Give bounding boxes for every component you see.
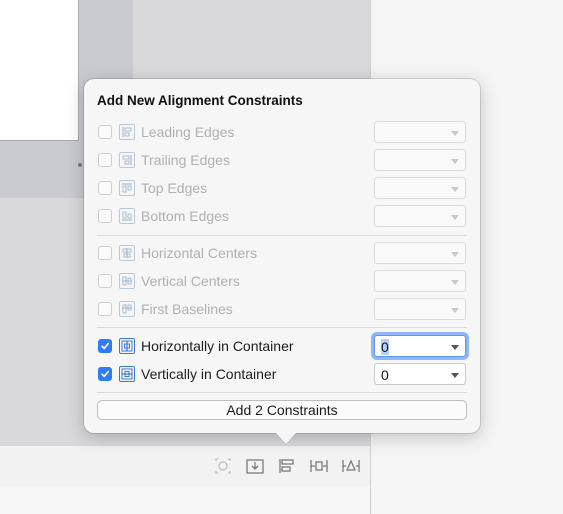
top-edges-constant-select[interactable] bbox=[374, 177, 466, 199]
horizontal-centers-checkbox[interactable] bbox=[98, 246, 112, 260]
horizontal-centers-icon bbox=[119, 245, 135, 261]
divider bbox=[97, 235, 467, 236]
status-strip bbox=[0, 486, 370, 514]
align-icon[interactable] bbox=[276, 456, 298, 476]
top-edges-label: Top Edges bbox=[141, 180, 208, 196]
vertically-in-container-label: Vertically in Container bbox=[141, 366, 277, 382]
checkmark-icon bbox=[101, 342, 109, 350]
constraint-row-first-baselines: First Baselines bbox=[98, 298, 468, 320]
trailing-edges-checkbox[interactable] bbox=[98, 153, 112, 167]
alignment-constraints-popover: Add New Alignment Constraints Leading Ed… bbox=[84, 79, 480, 433]
bottom-edges-checkbox[interactable] bbox=[98, 209, 112, 223]
add-new-constraints-icon[interactable] bbox=[308, 456, 330, 476]
horizontally-in-container-icon bbox=[119, 338, 135, 354]
resize-handle[interactable] bbox=[78, 163, 82, 167]
first-baselines-icon bbox=[119, 301, 135, 317]
trailing-edges-label: Trailing Edges bbox=[141, 152, 230, 168]
bottom-edges-icon bbox=[119, 208, 135, 224]
vertically-in-container-icon bbox=[119, 366, 135, 382]
embed-in-icon[interactable] bbox=[244, 456, 266, 476]
trailing-edges-icon bbox=[119, 152, 135, 168]
popover-title: Add New Alignment Constraints bbox=[97, 93, 303, 108]
vertical-centers-constant-select[interactable] bbox=[374, 270, 466, 292]
horizontal-centers-label: Horizontal Centers bbox=[141, 245, 257, 261]
horizontally-in-container-label: Horizontally in Container bbox=[141, 338, 294, 354]
vertically-in-container-value: 0 bbox=[381, 367, 389, 383]
leading-edges-label: Leading Edges bbox=[141, 124, 235, 140]
canvas-bottom-bar bbox=[0, 445, 370, 487]
update-frames-icon[interactable] bbox=[212, 456, 234, 476]
scene-view-content bbox=[0, 0, 79, 141]
bottom-edges-constant-select[interactable] bbox=[374, 205, 466, 227]
constraint-row-vertical-centers: Vertical Centers bbox=[98, 270, 468, 292]
horizontally-in-container-constant-select[interactable]: 0 bbox=[374, 335, 466, 357]
add-constraints-button[interactable]: Add 2 Constraints bbox=[97, 400, 467, 420]
vertical-centers-checkbox[interactable] bbox=[98, 274, 112, 288]
top-edges-icon bbox=[119, 180, 135, 196]
constraint-row-horizontal-centers: Horizontal Centers bbox=[98, 242, 468, 264]
horizontally-in-container-checkbox[interactable] bbox=[98, 339, 112, 353]
divider bbox=[97, 327, 467, 328]
constraint-row-leading-edges: Leading Edges bbox=[98, 121, 468, 143]
trailing-edges-constant-select[interactable] bbox=[374, 149, 466, 171]
constraint-row-top-edges: Top Edges bbox=[98, 177, 468, 199]
constraint-row-vertically-in-container: Vertically in Container 0 bbox=[98, 363, 468, 385]
horizontally-in-container-value: 0 bbox=[381, 339, 389, 355]
vertical-centers-icon bbox=[119, 273, 135, 289]
leading-edges-checkbox[interactable] bbox=[98, 125, 112, 139]
checkmark-icon bbox=[101, 370, 109, 378]
vertically-in-container-checkbox[interactable] bbox=[98, 367, 112, 381]
vertical-centers-label: Vertical Centers bbox=[141, 273, 240, 289]
popover-arrow bbox=[275, 432, 297, 444]
leading-edges-icon bbox=[119, 124, 135, 140]
constraint-row-trailing-edges: Trailing Edges bbox=[98, 149, 468, 171]
first-baselines-checkbox[interactable] bbox=[98, 302, 112, 316]
bottom-edges-label: Bottom Edges bbox=[141, 208, 229, 224]
leading-edges-constant-select[interactable] bbox=[374, 121, 466, 143]
vertically-in-container-constant-select[interactable]: 0 bbox=[374, 363, 466, 385]
first-baselines-label: First Baselines bbox=[141, 301, 233, 317]
constraint-row-horizontally-in-container: Horizontally in Container 0 bbox=[98, 335, 468, 357]
horizontal-centers-constant-select[interactable] bbox=[374, 242, 466, 264]
divider bbox=[97, 392, 467, 393]
first-baselines-constant-select[interactable] bbox=[374, 298, 466, 320]
constraint-row-bottom-edges: Bottom Edges bbox=[98, 205, 468, 227]
top-edges-checkbox[interactable] bbox=[98, 181, 112, 195]
resolve-issues-icon[interactable] bbox=[340, 456, 362, 476]
